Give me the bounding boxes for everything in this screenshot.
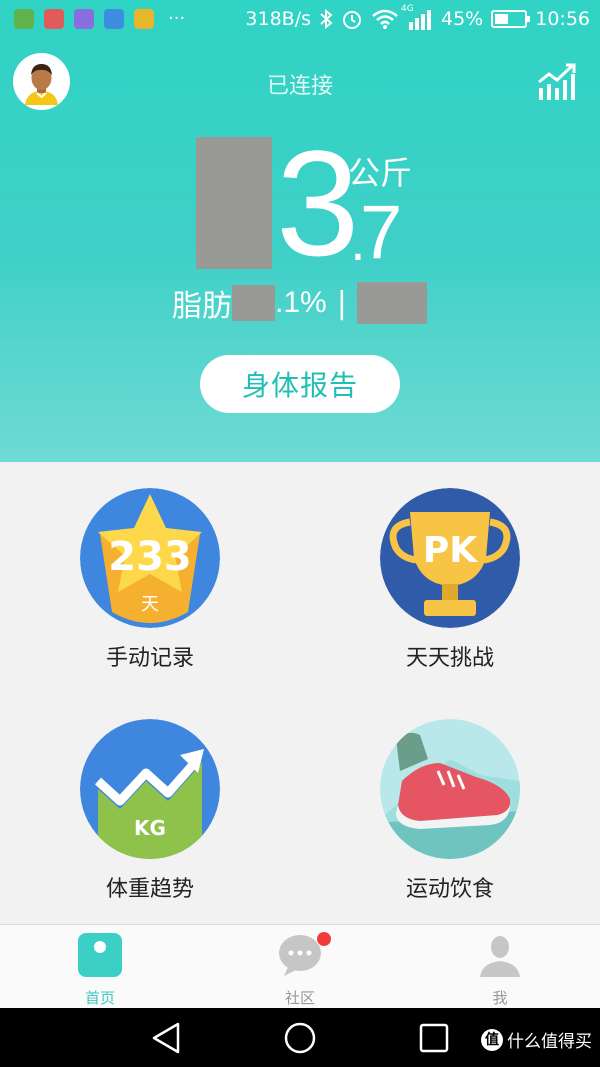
document-notification-icon bbox=[104, 9, 124, 29]
weight-integer: 3 bbox=[276, 119, 360, 287]
trophy-icon: PK bbox=[380, 488, 520, 628]
back-icon[interactable] bbox=[148, 1020, 184, 1056]
manual-record-tile[interactable]: 233 天 手动记录 bbox=[0, 462, 300, 693]
trend-chart-icon bbox=[538, 63, 576, 100]
days-count: 233 bbox=[108, 534, 192, 580]
metric-separator: | bbox=[336, 285, 347, 321]
home-icon[interactable] bbox=[282, 1020, 318, 1056]
manual-record-label: 手动记录 bbox=[105, 646, 194, 671]
status-bar: ··· 318B/s 4G 45% 10:56 bbox=[0, 0, 600, 40]
cellular-signal-icon: 4G bbox=[401, 4, 433, 30]
recents-icon[interactable] bbox=[416, 1020, 452, 1056]
redacted-body-fat-digit bbox=[232, 285, 275, 321]
daily-challenge-tile[interactable]: PK 天天挑战 bbox=[300, 462, 600, 693]
wifi-icon bbox=[372, 9, 398, 29]
notification-badge bbox=[316, 931, 332, 947]
app-notification-icon bbox=[44, 9, 64, 29]
tab-me-label: 我 bbox=[492, 989, 508, 1007]
more-notifications-icon: ··· bbox=[168, 8, 186, 29]
tab-community[interactable]: 社区 bbox=[200, 925, 400, 1009]
tab-community-label: 社区 bbox=[284, 989, 315, 1007]
notification-icons: ··· bbox=[14, 9, 185, 29]
body-fat-label: 脂肪 bbox=[172, 289, 232, 324]
daily-challenge-label: 天天挑战 bbox=[405, 646, 494, 671]
watermark-logo: 值 bbox=[481, 1028, 503, 1051]
manual-record-icon: 233 天 bbox=[80, 488, 220, 628]
battery-icon bbox=[491, 10, 531, 28]
user-icon bbox=[480, 936, 520, 977]
body-report-button[interactable]: 身体报告 bbox=[200, 355, 400, 413]
tab-home-label: 首页 bbox=[84, 989, 115, 1007]
exercise-diet-tile[interactable]: 运动饮食 bbox=[300, 693, 600, 924]
statistics-button[interactable] bbox=[536, 62, 578, 102]
weight-trend-icon: KG bbox=[80, 719, 220, 859]
body-fat-value: .1% bbox=[275, 286, 327, 319]
app-notification-icon bbox=[14, 9, 34, 29]
alarm-icon bbox=[343, 11, 361, 29]
kg-text: KG bbox=[134, 816, 166, 840]
tab-me[interactable]: 我 bbox=[400, 925, 600, 1009]
hero-panel: ··· 318B/s 4G 45% 10:56 已连接 3 公斤 . 7 脂肪 … bbox=[0, 0, 600, 462]
body-fat-row: 脂肪 .1% | bbox=[172, 282, 427, 324]
feature-grid: 233 天 手动记录 PK 天天挑战 KG 体重趋势 运动饮食 bbox=[0, 462, 600, 924]
weight-trend-label: 体重趋势 bbox=[105, 877, 194, 902]
watermark: 值 什么值得买 bbox=[481, 1027, 592, 1052]
weight-trend-tile[interactable]: KG 体重趋势 bbox=[0, 693, 300, 924]
redacted-metric bbox=[356, 282, 427, 324]
redacted-weight-digit bbox=[196, 137, 272, 269]
days-unit: 天 bbox=[141, 594, 159, 615]
app-notification-icon bbox=[134, 9, 154, 29]
connection-status-title: 已连接 bbox=[266, 74, 333, 99]
pk-text: PK bbox=[423, 530, 478, 571]
watermark-text: 什么值得买 bbox=[507, 1032, 592, 1052]
network-speed: 318B/s bbox=[245, 8, 311, 30]
battery-percent: 45% bbox=[441, 8, 484, 30]
bluetooth-icon bbox=[320, 9, 333, 29]
sneaker-icon bbox=[380, 719, 520, 859]
weight-decimal: 7 bbox=[360, 190, 403, 275]
gallery-notification-icon bbox=[74, 9, 94, 29]
bottom-tab-bar: 首页 社区 我 bbox=[0, 924, 600, 1008]
exercise-diet-label: 运动饮食 bbox=[405, 877, 494, 902]
clock: 10:56 bbox=[535, 8, 590, 30]
scale-icon bbox=[78, 933, 122, 977]
tab-home[interactable]: 首页 bbox=[0, 925, 200, 1009]
